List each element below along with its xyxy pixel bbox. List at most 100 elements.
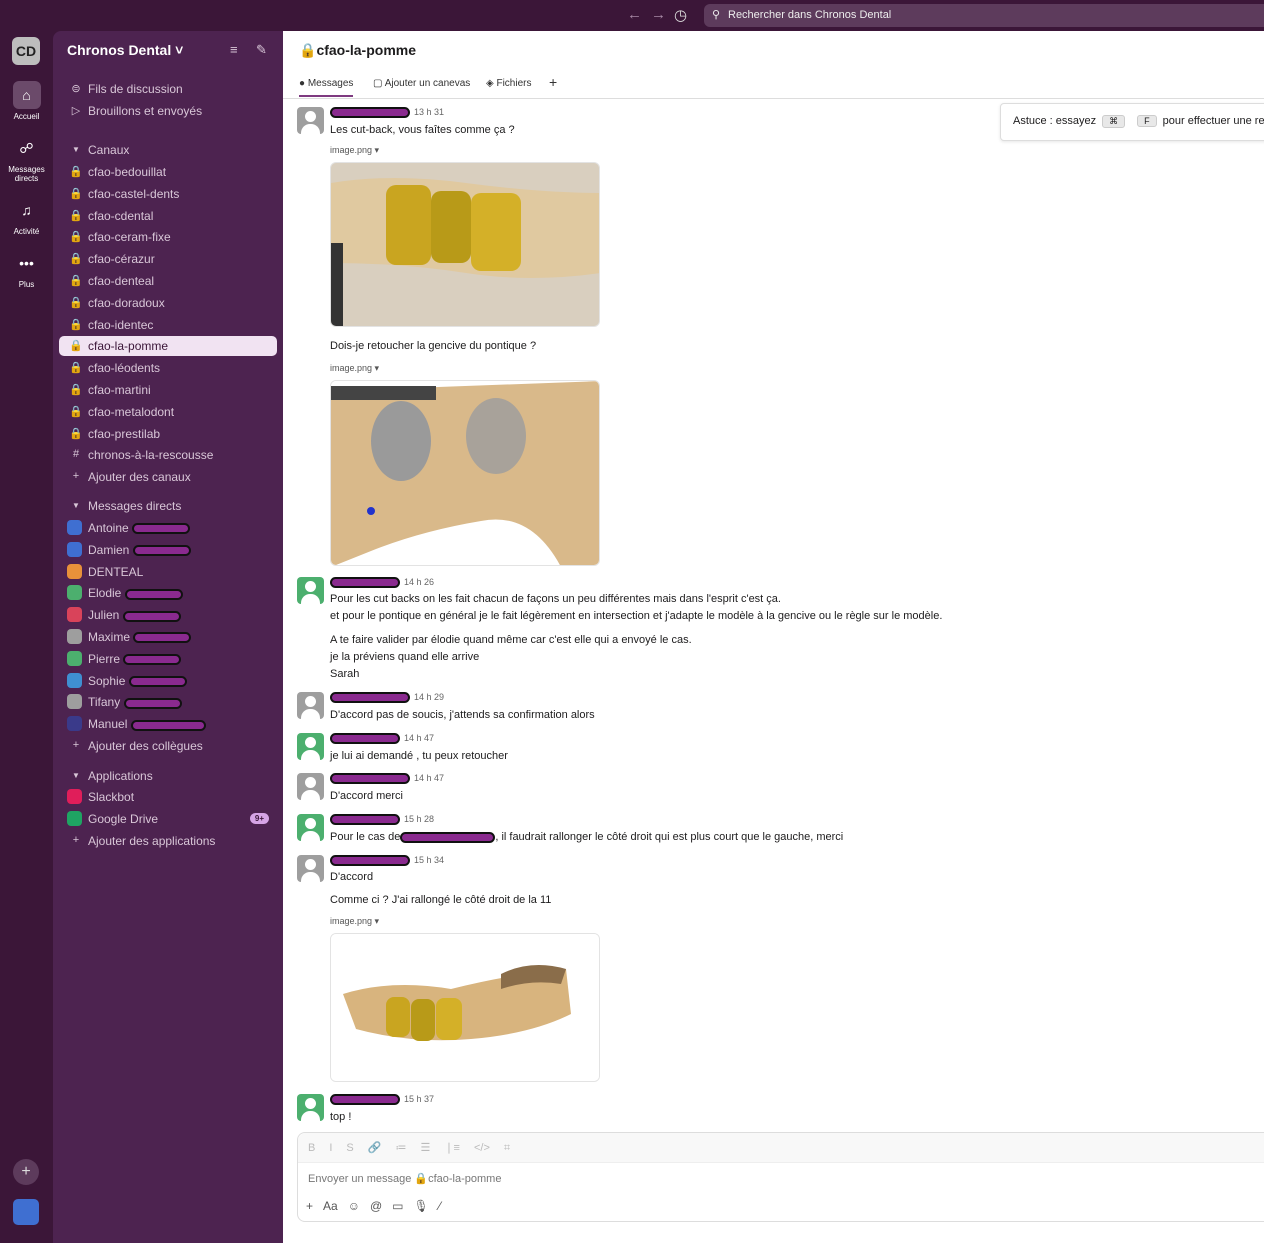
sidebar-channel[interactable]: 🔒 cfao-metalodont xyxy=(59,402,277,422)
filter-icon[interactable]: ≡ xyxy=(230,42,238,57)
sidebar-dm[interactable]: Manuel xyxy=(59,714,277,734)
bold-icon[interactable]: B xyxy=(308,1142,315,1154)
tab-canvas[interactable]: ▢ Ajouter un canevas xyxy=(373,78,470,89)
timestamp[interactable]: 13 h 31 xyxy=(414,107,444,117)
add-colleagues-button[interactable]: + Ajouter des collègues xyxy=(59,736,277,756)
avatar[interactable] xyxy=(297,855,324,882)
ordered-list-icon[interactable]: ≔ xyxy=(395,1142,406,1154)
sidebar-dm[interactable]: Antoine xyxy=(59,518,277,538)
sidebar-channel[interactable]: 🔒 cfao-martini xyxy=(59,380,277,400)
workspace-switcher[interactable]: CD xyxy=(12,37,40,65)
text-format-icon[interactable]: Aa xyxy=(323,1199,338,1213)
section-channels[interactable]: ▼ Canaux xyxy=(59,140,277,160)
code-icon[interactable]: </> xyxy=(474,1142,490,1154)
redacted-name xyxy=(123,654,182,666)
avatar[interactable] xyxy=(297,577,324,604)
sidebar-app[interactable]: Slackbot xyxy=(59,787,277,807)
rail-home[interactable]: ⌂ Accueil xyxy=(0,81,53,121)
timestamp[interactable]: 14 h 29 xyxy=(414,692,444,702)
sidebar-channel[interactable]: 🔒 cfao-castel-dents xyxy=(59,184,277,204)
plus-icon: + xyxy=(72,470,80,482)
caret-down-icon: ▼ xyxy=(72,501,80,510)
clock-icon[interactable]: ◷ xyxy=(674,6,687,24)
sidebar-channel[interactable]: 🔒 cfao-prestilab xyxy=(59,424,277,444)
arrow-right-icon[interactable]: → xyxy=(651,6,666,23)
link-icon[interactable]: 🔗 xyxy=(368,1142,382,1154)
file-name[interactable]: image.png ▾ xyxy=(330,363,379,374)
avatar[interactable] xyxy=(297,773,324,800)
channel-title[interactable]: 🔒cfao-la-pomme xyxy=(299,42,416,59)
add-channels-button[interactable]: + Ajouter des canaux xyxy=(59,467,277,487)
avatar[interactable] xyxy=(297,733,324,760)
italic-icon[interactable]: I xyxy=(329,1142,332,1154)
rail-dms[interactable]: ☍ Messages directs xyxy=(0,134,53,183)
sidebar-dm[interactable]: Pierre xyxy=(59,649,277,669)
timestamp[interactable]: 15 h 28 xyxy=(404,814,434,824)
sidebar-channel[interactable]: 🔒 cfao-la-pomme xyxy=(59,336,277,357)
compose-icon[interactable]: ✎ xyxy=(256,42,267,58)
add-workspace-button[interactable]: + xyxy=(13,1159,39,1185)
sidebar-channel[interactable]: 🔒 cfao-cérazur xyxy=(59,249,277,269)
bullet-list-icon[interactable]: ☰ xyxy=(420,1142,430,1154)
file-name[interactable]: image.png ▾ xyxy=(330,916,379,927)
image-attachment[interactable] xyxy=(330,933,600,1082)
sidebar-channel[interactable]: 🔒 cfao-ceram-fixe xyxy=(59,227,277,247)
sidebar-item-threads[interactable]: ⊜ Fils de discussion xyxy=(59,79,277,99)
attach-icon[interactable]: + xyxy=(306,1199,313,1213)
file-name[interactable]: image.png ▾ xyxy=(330,145,379,156)
user-avatar[interactable] xyxy=(13,1199,39,1225)
avatar[interactable] xyxy=(297,1094,324,1121)
emoji-icon[interactable]: ☺ xyxy=(348,1199,360,1213)
slash-command-icon[interactable]: ⁄ xyxy=(439,1199,441,1213)
sidebar-dm[interactable]: Damien xyxy=(59,540,277,560)
sidebar-channel[interactable]: 🔒 cfao-léodents xyxy=(59,358,277,378)
section-dms[interactable]: ▼ Messages directs xyxy=(59,496,277,516)
sidebar-item-drafts[interactable]: ▷ Brouillons et envoyés xyxy=(59,101,277,121)
sidebar-dm[interactable]: Sophie xyxy=(59,671,277,691)
rail-activity[interactable]: ♫ Activité xyxy=(0,196,53,236)
sidebar-channel[interactable]: 🔒 cfao-doradoux xyxy=(59,293,277,313)
avatar[interactable] xyxy=(297,692,324,719)
video-icon[interactable]: ▭ xyxy=(392,1199,403,1213)
timestamp[interactable]: 14 h 47 xyxy=(414,773,444,783)
image-attachment[interactable] xyxy=(330,380,600,566)
microphone-icon[interactable]: 🎙 xyxy=(414,1199,429,1213)
sidebar-dm[interactable]: Tifany xyxy=(59,692,277,712)
message-text: Dois-je retoucher la gencive du pontique… xyxy=(330,340,537,352)
sidebar-channel[interactable]: 🔒 cfao-bedouillat xyxy=(59,162,277,182)
workspace-name[interactable]: Chronos Dental ˅ xyxy=(67,42,183,58)
lock-icon: 🔒 xyxy=(69,318,83,331)
sidebar-dm[interactable]: Julien xyxy=(59,605,277,625)
sidebar-channel[interactable]: 🔒 cfao-denteal xyxy=(59,271,277,291)
timestamp[interactable]: 15 h 34 xyxy=(414,855,444,865)
strike-icon[interactable]: S xyxy=(346,1142,353,1154)
mention-icon[interactable]: @ xyxy=(370,1199,382,1213)
sidebar-channel[interactable]: 🔒 cfao-cdental xyxy=(59,206,277,226)
tab-files[interactable]: ◈ Fichiers xyxy=(486,78,531,89)
sidebar-dm[interactable]: Maxime xyxy=(59,627,277,647)
sidebar-item-label: Slackbot xyxy=(88,790,135,804)
message-text: D'accord pas de soucis, j'attends sa con… xyxy=(330,709,595,721)
sidebar-dm[interactable]: Elodie xyxy=(59,583,277,603)
sidebar-channel[interactable]: # chronos-à-la-rescousse xyxy=(59,445,277,465)
search-input[interactable]: ⚲ Rechercher dans Chronos Dental xyxy=(704,4,1264,27)
blockquote-icon[interactable]: ❘≡ xyxy=(444,1142,460,1154)
message-input[interactable]: Envoyer un message 🔒cfao-la-pomme xyxy=(308,1172,501,1185)
add-apps-button[interactable]: + Ajouter des applications xyxy=(59,831,277,851)
avatar[interactable] xyxy=(297,814,324,841)
image-attachment[interactable] xyxy=(330,162,600,327)
code-block-icon[interactable]: ⌗ xyxy=(504,1142,510,1154)
sidebar-app[interactable]: Google Drive 9+ xyxy=(59,809,277,829)
avatar[interactable] xyxy=(297,107,324,134)
timestamp[interactable]: 15 h 37 xyxy=(404,1094,434,1104)
timestamp[interactable]: 14 h 47 xyxy=(404,733,434,743)
tab-messages[interactable]: ● Messages xyxy=(299,78,354,97)
rail-more[interactable]: ••• Plus xyxy=(0,249,53,289)
add-tab-button[interactable]: + xyxy=(549,74,557,90)
sidebar-channel[interactable]: 🔒 cfao-identec xyxy=(59,315,277,335)
sidebar-dm[interactable]: DENTEAL xyxy=(59,562,277,582)
section-apps[interactable]: ▼ Applications xyxy=(59,766,277,786)
lock-icon: 🔒 xyxy=(69,427,83,440)
arrow-left-icon[interactable]: ← xyxy=(627,6,642,23)
timestamp[interactable]: 14 h 26 xyxy=(404,577,434,587)
